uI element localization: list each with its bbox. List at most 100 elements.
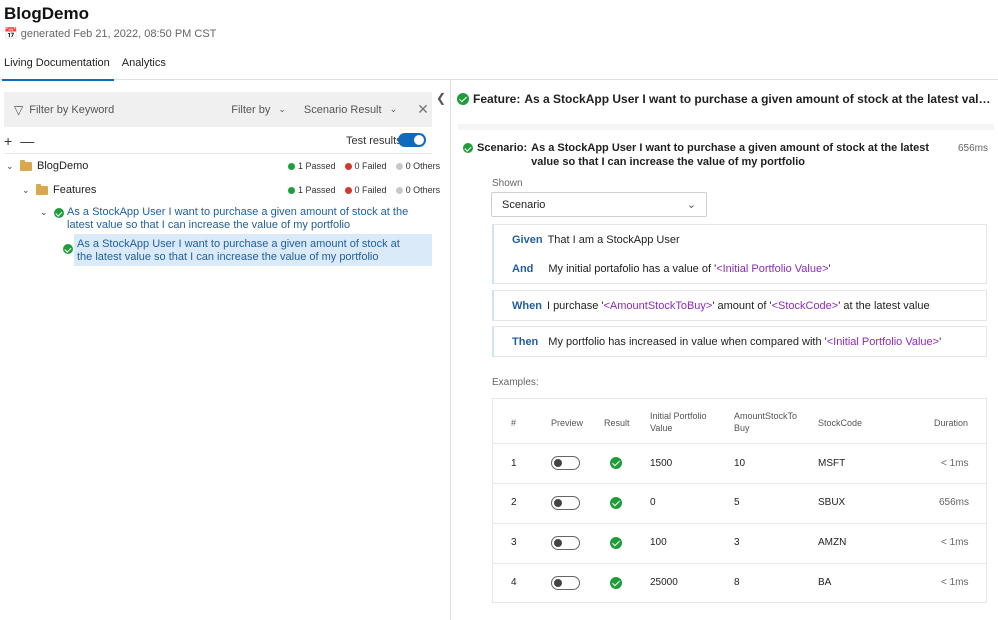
passed-check-icon — [63, 244, 73, 254]
filter-bar: ▽ Filter by Keyword Filter by ⌄ Scenario… — [4, 92, 432, 127]
tree-item-features[interactable]: ⌄ Features — [22, 183, 97, 196]
chevron-down-icon: ⌄ — [389, 104, 398, 114]
pane-divider — [450, 80, 451, 620]
generated-text: generated Feb 21, 2022, 08:50 PM CST — [20, 27, 217, 40]
calendar-icon: 📅 — [4, 28, 18, 40]
others-count: 0 Others — [405, 161, 441, 171]
clear-filter-icon[interactable]: ✕ — [417, 101, 429, 118]
then-step-box: Then My portfolio has increased in value… — [492, 326, 987, 357]
column-header: StockCode — [818, 418, 863, 428]
features-stats: 1 Passed 0 Failed 0 Others — [288, 185, 440, 195]
feature-heading: Feature: As a StockApp User I want to pu… — [457, 92, 995, 106]
tab-living-documentation[interactable]: Living Documentation — [0, 56, 114, 81]
keyword-filter-input[interactable]: Filter by Keyword — [29, 104, 219, 116]
scenario-result-dropdown[interactable]: Scenario Result ⌄ — [304, 104, 397, 116]
column-header: Initial Portfolio Value — [650, 411, 707, 433]
tree-item-blogdemo[interactable]: ⌄ BlogDemo — [6, 159, 89, 172]
chevron-down-icon[interactable]: ⌄ — [22, 185, 36, 196]
shown-value: Scenario — [502, 198, 546, 211]
chevron-down-icon[interactable]: ⌄ — [40, 207, 54, 218]
initial-value: 1500 — [650, 458, 673, 469]
page-title: BlogDemo — [4, 4, 89, 23]
passed-dot-icon — [288, 187, 295, 194]
tab-bar: Living Documentation Analytics — [0, 56, 998, 81]
shown-select[interactable]: Scenario ⌄ — [491, 192, 707, 217]
divider — [4, 153, 432, 154]
examples-label: Examples: — [492, 377, 539, 388]
preview-toggle[interactable] — [551, 456, 580, 470]
when-step: When I purchase '<AmountStockToBuy>' amo… — [512, 300, 930, 312]
when-step-box: When I purchase '<AmountStockToBuy>' amo… — [492, 290, 987, 321]
passed-dot-icon — [288, 163, 295, 170]
preview-toggle[interactable] — [551, 536, 580, 550]
then-step: Then My portfolio has increased in value… — [512, 336, 941, 348]
row-number: 3 — [511, 537, 517, 548]
tree-item-label: As a StockApp User I want to purchase a … — [77, 238, 400, 263]
folder-icon — [20, 159, 32, 171]
initial-value: 100 — [650, 537, 667, 548]
failed-count: 0 Failed — [354, 185, 387, 195]
duration: < 1ms — [941, 458, 969, 469]
step-param: <StockCode> — [771, 300, 839, 312]
step-keyword: And — [512, 263, 534, 275]
step-param: <Initial Portfolio Value> — [716, 263, 829, 275]
failed-dot-icon — [344, 163, 352, 170]
step-param: <Initial Portfolio Value> — [826, 336, 940, 348]
tab-analytics[interactable]: Analytics — [118, 56, 170, 80]
chevron-down-icon[interactable]: ⌄ — [6, 161, 20, 172]
amount: 3 — [734, 537, 740, 548]
expand-all-button[interactable]: + — [4, 133, 12, 149]
preview-toggle[interactable] — [551, 496, 580, 510]
passed-check-icon — [610, 497, 622, 509]
column-header: AmountStockTo Buy — [734, 411, 798, 433]
passed-check-icon — [457, 93, 469, 105]
collapse-pane-icon[interactable]: ❮ — [436, 91, 446, 105]
chevron-down-icon: ⌄ — [686, 199, 696, 211]
tree-item-scenario[interactable]: As a StockApp User I want to purchase a … — [63, 238, 425, 264]
passed-check-icon — [463, 143, 473, 153]
tree-item-feature[interactable]: ⌄ As a StockApp User I want to purchase … — [40, 206, 430, 232]
step-param: <AmountStockToBuy> — [603, 300, 713, 312]
others-dot-icon — [395, 163, 403, 170]
root-stats: 1 Passed 0 Failed 0 Others — [288, 161, 440, 171]
passed-count: 1 Passed — [298, 161, 336, 171]
failed-dot-icon — [344, 187, 352, 194]
feature-title: As a StockApp User I want to purchase a … — [524, 92, 995, 106]
shown-label: Shown — [492, 178, 523, 189]
step-text: ' amount of ' — [712, 300, 772, 312]
scenario-duration: 656ms — [958, 143, 989, 154]
others-dot-icon — [395, 187, 403, 194]
row-number: 4 — [511, 577, 517, 588]
filter-by-label: Filter by — [231, 103, 271, 116]
tree-item-label: BlogDemo — [37, 160, 89, 172]
tree-tools: + — — [4, 133, 34, 149]
filter-icon: ▽ — [14, 102, 24, 117]
others-count: 0 Others — [405, 185, 441, 195]
collapse-all-button[interactable]: — — [20, 133, 34, 149]
test-results-toggle[interactable] — [398, 133, 426, 147]
scenario-title: As a StockApp User I want to purchase a … — [531, 142, 930, 168]
tree-item-label: Features — [53, 184, 97, 196]
passed-check-icon — [610, 577, 622, 589]
step-text: I purchase ' — [546, 300, 604, 312]
stock-code: AMZN — [818, 537, 847, 548]
row-divider — [493, 563, 986, 564]
step-keyword: Given — [512, 234, 543, 246]
amount: 5 — [734, 497, 740, 508]
step-text: My portfolio has increased in value when… — [548, 336, 827, 348]
and-step: And My initial portafolio has a value of… — [512, 263, 831, 275]
scenario-result-label: Scenario Result — [303, 103, 382, 116]
stock-code: BA — [818, 577, 832, 588]
failed-count: 0 Failed — [354, 161, 387, 171]
chevron-down-icon: ⌄ — [278, 104, 286, 114]
column-header: Duration — [934, 418, 969, 428]
filter-by-dropdown[interactable]: Filter by ⌄ — [231, 104, 286, 116]
passed-count: 1 Passed — [298, 185, 336, 195]
duration: < 1ms — [941, 537, 969, 548]
passed-check-icon — [610, 457, 622, 469]
step-text: ' — [828, 263, 831, 275]
step-text: ' at the latest value — [838, 300, 930, 312]
given-step: Given That I am a StockApp User — [512, 234, 680, 246]
step-keyword: Then — [512, 336, 539, 348]
preview-toggle[interactable] — [551, 576, 580, 590]
